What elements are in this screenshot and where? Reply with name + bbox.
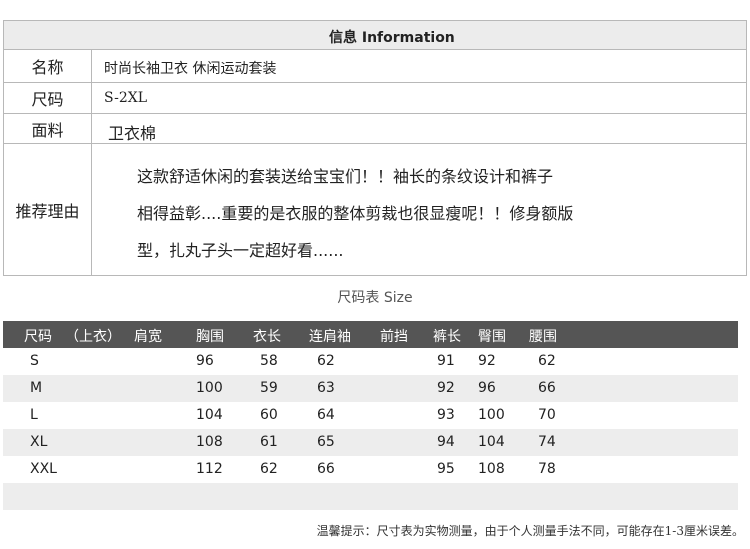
- header-top: （上衣）: [65, 329, 121, 345]
- cell-pants: 93: [437, 407, 455, 423]
- cell-waist: 74: [538, 434, 556, 450]
- cell-pants: 95: [437, 461, 455, 477]
- info-value-reason: 这款舒适休闲的套装送给宝宝们！！袖长的条纹设计和裤子 相得益彰....重要的是衣…: [137, 158, 573, 269]
- cell-sleeve: 66: [317, 461, 335, 477]
- cell-hip: 92: [478, 353, 496, 369]
- header-pants: 裤长: [433, 329, 461, 345]
- cell-length: 59: [260, 380, 278, 396]
- cell-hip: 96: [478, 380, 496, 396]
- cell-length: 61: [260, 434, 278, 450]
- info-row-size: 尺码 S-2XL: [4, 83, 746, 114]
- cell-waist: 70: [538, 407, 556, 423]
- header-front: 前挡: [380, 329, 408, 345]
- info-row-fabric: 面料 卫衣棉: [4, 114, 746, 144]
- cell-size: L: [30, 407, 38, 423]
- cell-bust: 96: [196, 353, 214, 369]
- cell-sleeve: 62: [317, 353, 335, 369]
- header-waist: 腰围: [529, 329, 557, 345]
- cell-sleeve: 65: [317, 434, 335, 450]
- cell-sleeve: 64: [317, 407, 335, 423]
- size-table-header: 尺码 （上衣） 肩宽 胸围 衣长 连肩袖 前挡 裤长 臀围 腰围: [3, 321, 738, 348]
- cell-pants: 91: [437, 353, 455, 369]
- info-table-title: 信息 Information: [329, 30, 455, 46]
- cell-size: XL: [30, 434, 48, 450]
- header-size: 尺码: [24, 329, 52, 345]
- header-bust: 胸围: [196, 329, 224, 345]
- cell-hip: 104: [478, 434, 505, 450]
- info-value-fabric: 卫衣棉: [108, 124, 157, 143]
- reason-line-3: 型，扎丸子头一定超好看......: [137, 241, 344, 260]
- cell-waist: 66: [538, 380, 556, 396]
- cell-hip: 108: [478, 461, 505, 477]
- cell-size: XXL: [30, 461, 57, 477]
- cell-pants: 94: [437, 434, 455, 450]
- info-label-reason: 推荐理由: [4, 144, 92, 275]
- cell-hip: 100: [478, 407, 505, 423]
- info-row-reason: 推荐理由 这款舒适休闲的套装送给宝宝们！！袖长的条纹设计和裤子 相得益彰....…: [4, 144, 746, 275]
- info-value-name: 时尚长袖卫衣 休闲运动套装: [104, 61, 277, 77]
- product-info-table: 信息 Information 名称 时尚长袖卫衣 休闲运动套装 尺码 S-2XL…: [3, 20, 747, 276]
- cell-bust: 104: [196, 407, 223, 423]
- cell-length: 62: [260, 461, 278, 477]
- cell-waist: 62: [538, 353, 556, 369]
- cell-bust: 100: [196, 380, 223, 396]
- reason-line-1: 这款舒适休闲的套装送给宝宝们！！袖长的条纹设计和裤子: [137, 167, 554, 186]
- size-row-xxl: XXL 112 62 66 95 108 78: [3, 456, 738, 483]
- cell-size: M: [30, 380, 43, 396]
- size-row-empty: [3, 483, 738, 510]
- cell-length: 58: [260, 353, 278, 369]
- size-row-xl: XL 108 61 65 94 104 74: [3, 429, 738, 456]
- cell-bust: 112: [196, 461, 223, 477]
- info-row-name: 名称 时尚长袖卫衣 休闲运动套装: [4, 50, 746, 83]
- cell-length: 60: [260, 407, 278, 423]
- size-row-s: S 96 58 62 91 92 62: [3, 348, 738, 375]
- size-chart-caption: 尺码表 Size: [337, 290, 413, 306]
- info-label-size: 尺码: [4, 83, 92, 113]
- info-label-name: 名称: [4, 50, 92, 82]
- cell-sleeve: 63: [317, 380, 335, 396]
- info-table-header: 信息 Information: [4, 21, 746, 50]
- cell-waist: 78: [538, 461, 556, 477]
- cell-size: S: [30, 353, 39, 369]
- header-shoulder: 肩宽: [134, 329, 162, 345]
- header-length: 衣长: [253, 329, 281, 345]
- measurement-note: 温馨提示：尺寸表为实物测量，由于个人测量手法不同，可能存在1-3厘米误差。: [316, 524, 744, 538]
- size-row-l: L 104 60 64 93 100 70: [3, 402, 738, 429]
- info-value-size: S-2XL: [104, 90, 148, 106]
- header-hip: 臀围: [478, 329, 506, 345]
- reason-line-2: 相得益彰....重要的是衣服的整体剪裁也很显瘦呢！！修身额版: [137, 204, 574, 223]
- info-label-fabric: 面料: [4, 114, 92, 143]
- cell-pants: 92: [437, 380, 455, 396]
- size-row-m: M 100 59 63 92 96 66: [3, 375, 738, 402]
- cell-bust: 108: [196, 434, 223, 450]
- header-sleeve: 连肩袖: [309, 329, 351, 345]
